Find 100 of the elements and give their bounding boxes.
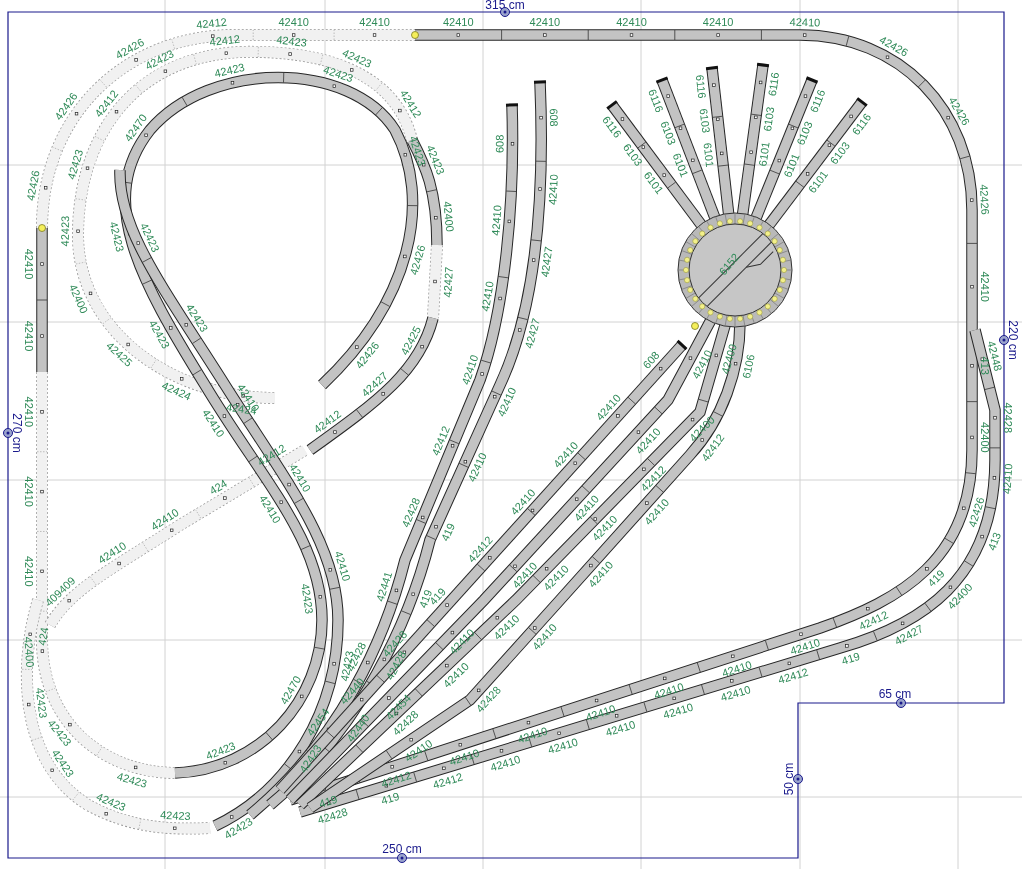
part-number-label: 42410 — [459, 353, 481, 387]
part-number-label: 6116 — [646, 87, 666, 114]
dimension-label: 315 cm — [485, 0, 525, 12]
part-number-label: 42423 — [64, 148, 86, 181]
part-number-label: 42410 — [488, 753, 522, 774]
part-number-label: 6101 — [701, 142, 717, 168]
part-number-label: 42423 — [213, 60, 246, 80]
part-number-label: 42423 — [138, 221, 162, 254]
part-number-label: 42412 — [195, 15, 228, 31]
part-number-label: 42426 — [407, 243, 428, 277]
part-number-label: 42400 — [22, 636, 37, 668]
part-number-label: 419 — [840, 650, 862, 667]
part-number-label: 42412 — [776, 665, 810, 686]
part-number-label: 42410 — [447, 746, 481, 768]
part-number-label: 42410 — [788, 636, 822, 657]
part-number-label: 42423 — [115, 770, 149, 790]
part-number-label: 608 — [493, 134, 506, 153]
part-number-label: 419 — [438, 521, 458, 543]
part-number-label: 42410 — [359, 16, 390, 28]
part-number-label: 42412 — [379, 768, 413, 790]
part-number-label: 42428 — [1002, 402, 1014, 434]
part-number-label: 42410 — [494, 385, 519, 419]
part-number-label: 42423 — [159, 808, 191, 822]
part-number-label: 42400 — [66, 282, 91, 316]
part-number-label: 42412 — [431, 770, 465, 791]
part-number-label: 42410 — [23, 556, 35, 587]
part-number-label: 6103 — [697, 107, 713, 134]
part-number-label: 42441 — [373, 570, 395, 603]
part-number-label: 42410 — [719, 683, 752, 704]
part-number-label: 608 — [640, 349, 662, 371]
connection-point-icon — [411, 31, 419, 39]
part-number-label: 6116 — [807, 87, 828, 115]
part-number-label: 413 — [979, 356, 991, 375]
part-number-label: 424 — [35, 626, 51, 647]
dimension-handle-icon[interactable] — [397, 853, 407, 863]
part-number-label: 42410 — [23, 320, 35, 352]
part-number-label: 42410 — [529, 16, 561, 28]
part-number-label: 42428 — [399, 496, 423, 529]
part-number-label: 42423 — [204, 739, 238, 762]
part-number-label: 42410 — [616, 16, 647, 28]
dimension-handle-icon[interactable] — [793, 774, 803, 784]
part-number-label: 42410 — [1000, 463, 1015, 495]
part-number-label: 42412 — [208, 32, 241, 49]
part-number-label: 42410 — [23, 248, 35, 280]
part-number-label: 419 — [379, 789, 401, 807]
part-number-label: 42410 — [516, 724, 549, 746]
part-number-label: 6103 — [794, 119, 815, 147]
part-number-label: 6103 — [761, 106, 777, 133]
part-number-label: 419 — [925, 567, 947, 589]
dimension-label: 65 cm — [878, 687, 912, 701]
part-number-label: 6116 — [693, 74, 709, 100]
part-number-label: 42410 — [23, 396, 35, 428]
dimension-label: 270 cm — [10, 413, 24, 453]
part-number-label: 42423 — [94, 790, 128, 814]
dimension-label: 220 cm — [1006, 320, 1020, 360]
part-number-label: 42400 — [441, 200, 457, 233]
part-number-label: 42427 — [538, 245, 555, 278]
part-number-label: 42423 — [275, 33, 308, 49]
part-number-label: 42427 — [441, 266, 455, 298]
part-number-label: 42410 — [546, 735, 580, 756]
part-number-label: 42410 — [702, 16, 734, 28]
part-number-label: 42400 — [718, 342, 739, 376]
part-number-label: 6106 — [739, 353, 757, 380]
part-number-label: 42400 — [979, 422, 991, 453]
part-number-label: 6103 — [658, 119, 679, 147]
part-number-label: 42410 — [465, 450, 489, 484]
dimension-handle-icon[interactable] — [500, 7, 510, 17]
part-number-label: 6101 — [756, 141, 772, 167]
part-number-label: 424 — [207, 477, 230, 497]
part-number-label: 42412 — [429, 424, 452, 458]
part-number-label: 42410 — [661, 700, 695, 721]
part-number-label: 42410 — [652, 680, 686, 702]
part-number-label: 42410 — [23, 476, 35, 507]
part-number-label: 42410 — [443, 16, 474, 28]
part-number-label: 42423 — [107, 220, 127, 253]
part-number-label: 42423 — [299, 582, 316, 615]
part-number-label: 42426 — [965, 495, 987, 529]
part-number-label: 42423 — [33, 686, 50, 719]
part-number-label: 42424 — [160, 379, 193, 403]
part-number-label: 42410 — [278, 16, 309, 28]
part-number-label: 419 — [317, 792, 339, 810]
part-number-label: 42427 — [522, 317, 543, 350]
part-number-label: 6101 — [781, 151, 802, 179]
dimension-label: 50 cm — [782, 762, 796, 796]
part-number-label: 42410 — [979, 271, 991, 302]
part-number-label: 42410 — [332, 549, 353, 583]
part-number-label: 42423 — [58, 215, 72, 247]
connection-point-icon — [38, 224, 46, 232]
dimension-label: 250 cm — [382, 842, 422, 856]
dimension-handle-icon[interactable] — [3, 428, 13, 438]
dimension-handle-icon[interactable] — [896, 698, 906, 708]
part-number-label: 42410 — [489, 204, 504, 237]
part-number-label: 6116 — [765, 71, 782, 97]
part-number-label: 42412 — [857, 608, 890, 633]
part-number-label: 42426 — [24, 169, 42, 202]
part-number-label: 42426 — [977, 183, 992, 216]
part-number-label: 42410 — [546, 174, 560, 206]
part-number-label: 42410 — [720, 658, 754, 680]
connection-point-icon — [691, 322, 699, 330]
part-number-label: 6101 — [670, 151, 691, 179]
